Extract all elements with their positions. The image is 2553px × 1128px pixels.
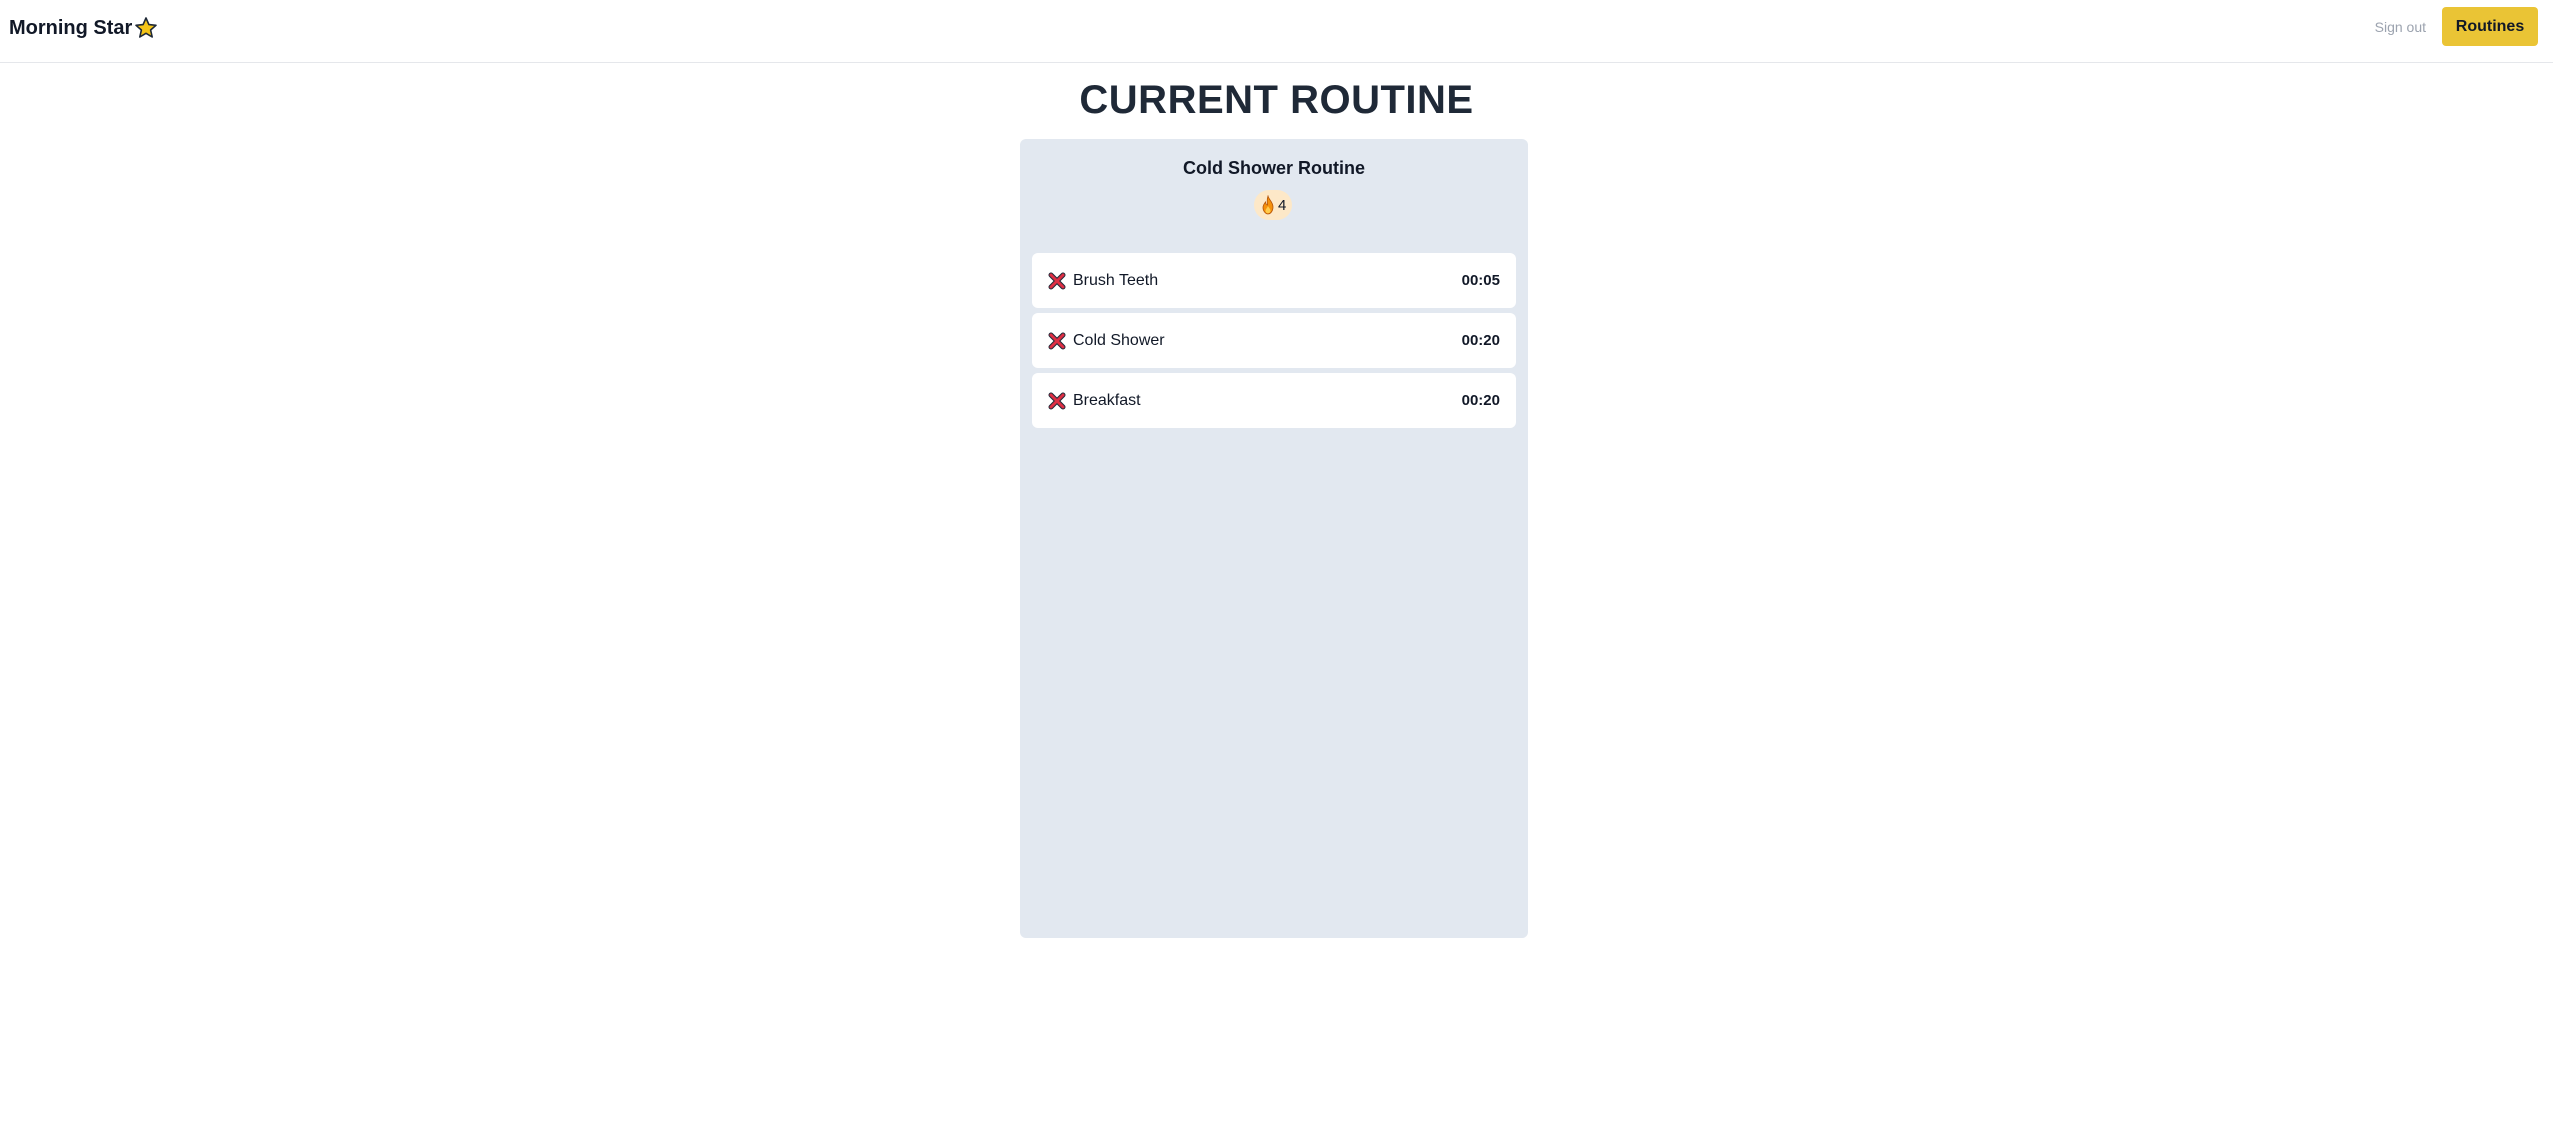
streak-count: 4	[1278, 196, 1287, 214]
page-title: CURRENT ROUTINE	[1079, 78, 1474, 122]
task-duration: 00:20	[1461, 392, 1500, 409]
flame-icon	[1262, 195, 1274, 215]
top-navbar: Morning Star Sign out Routines	[0, 0, 2553, 63]
task-row[interactable]: Cold Shower 00:20	[1032, 313, 1516, 368]
star-icon	[135, 17, 158, 38]
task-name: Brush Teeth	[1073, 271, 1159, 289]
task-name: Cold Shower	[1073, 331, 1165, 349]
task-name: Breakfast	[1073, 391, 1141, 409]
routines-button[interactable]: Routines	[2442, 7, 2538, 46]
brand-logo[interactable]: Morning Star	[9, 14, 158, 42]
task-duration: 00:20	[1461, 332, 1500, 349]
streak-badge: 4	[1254, 190, 1293, 220]
x-icon	[1048, 392, 1066, 409]
task-row[interactable]: Brush Teeth 00:05	[1032, 253, 1516, 308]
nav-actions: Sign out Routines	[2375, 7, 2538, 46]
routine-name: Cold Shower Routine	[1183, 158, 1365, 178]
routine-card: Cold Shower Routine 4 Brush Teeth 00:05 …	[1020, 139, 1528, 938]
brand-name: Morning Star	[9, 16, 133, 39]
x-icon	[1048, 272, 1066, 289]
task-duration: 00:05	[1461, 272, 1500, 289]
sign-out-link[interactable]: Sign out	[2375, 19, 2426, 35]
task-row[interactable]: Breakfast 00:20	[1032, 373, 1516, 428]
x-icon	[1048, 332, 1066, 349]
